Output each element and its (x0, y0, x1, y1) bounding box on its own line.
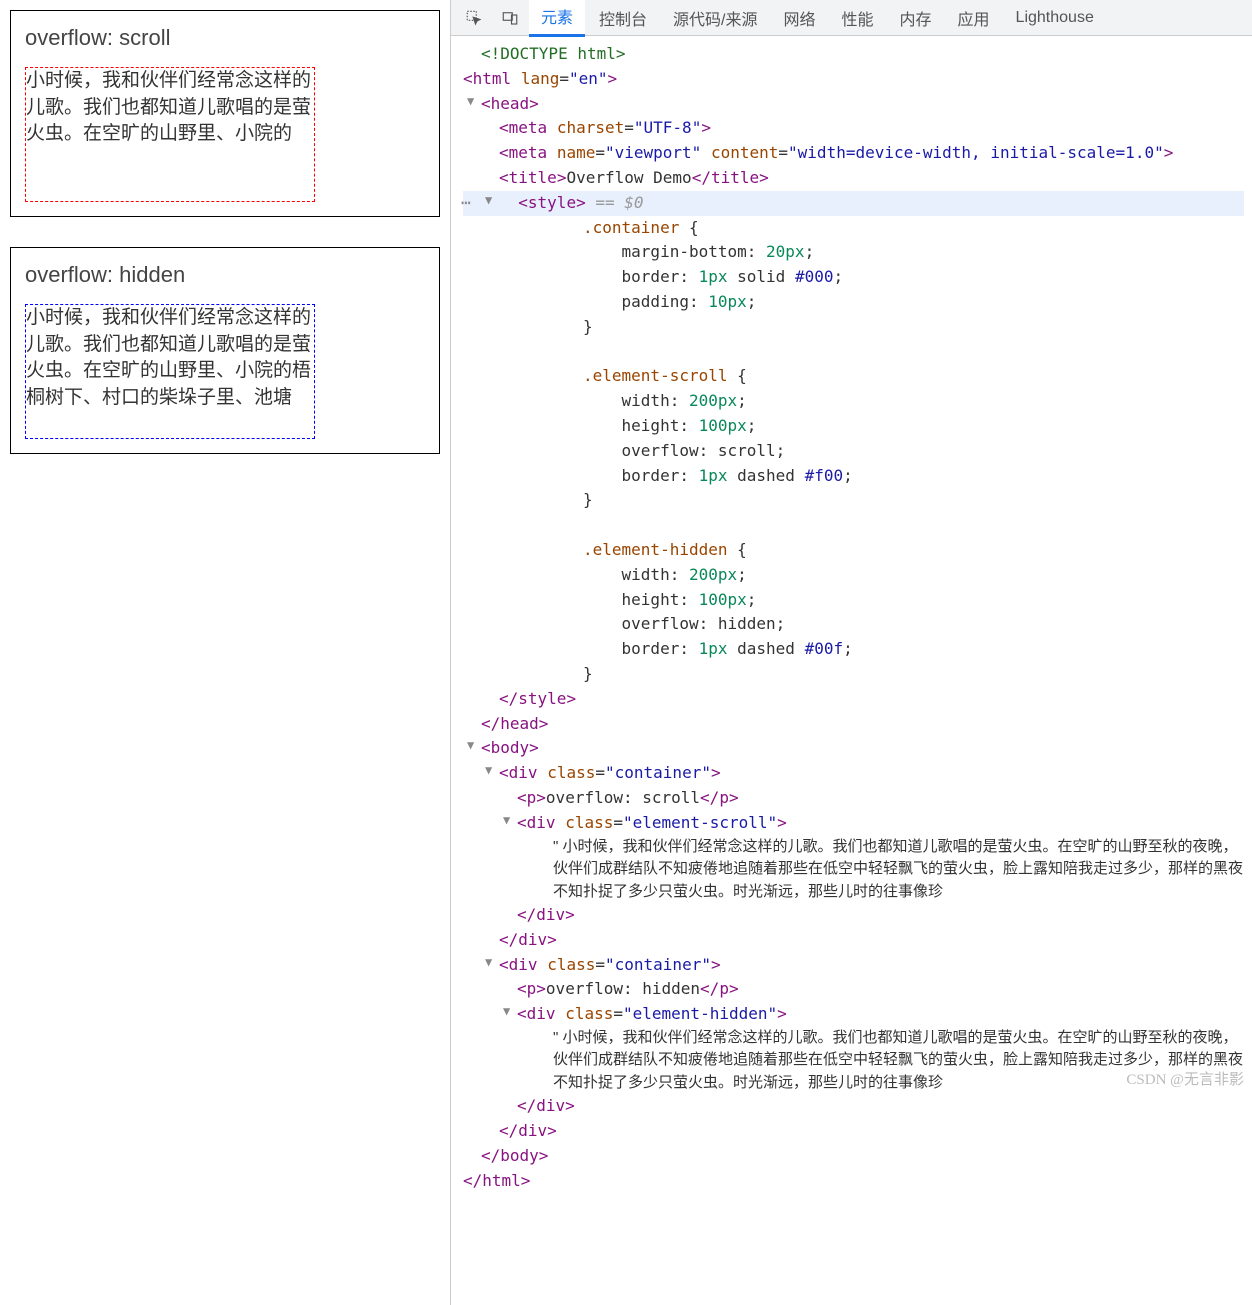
dom-meta-viewport[interactable]: <meta name="viewport" content="width=dev… (463, 141, 1244, 166)
expand-arrow-icon[interactable]: ▼ (467, 92, 474, 111)
tab-application[interactable]: 应用 (946, 0, 1002, 36)
dom-container2-open[interactable]: ▼<div class="container"> (463, 953, 1244, 978)
element-hidden-box: 小时候，我和伙伴们经常念这样的儿歌。我们也都知道儿歌唱的是萤火虫。在空旷的山野里… (25, 304, 315, 439)
dom-body-open[interactable]: ▼<body> (463, 736, 1244, 761)
container-hidden: overflow: hidden 小时候，我和伙伴们经常念这样的儿歌。我们也都知… (10, 247, 440, 454)
expand-arrow-icon[interactable]: ▼ (485, 761, 492, 780)
css-text[interactable]: .container { margin-bottom: 20px; border… (463, 216, 1244, 687)
dom-scrolldiv-close[interactable]: </div> (463, 903, 1244, 928)
tab-memory[interactable]: 内存 (888, 0, 944, 36)
dom-hiddendiv-open[interactable]: ▼<div class="element-hidden"> (463, 1002, 1244, 1027)
tab-performance[interactable]: 性能 (830, 0, 886, 36)
expand-arrow-icon[interactable]: ▼ (467, 736, 474, 755)
container-scroll: overflow: scroll 小时候，我和伙伴们经常念这样的儿歌。我们也都知… (10, 10, 440, 217)
tab-elements[interactable]: 元素 (529, 0, 585, 37)
element-scroll-box[interactable]: 小时候，我和伙伴们经常念这样的儿歌。我们也都知道儿歌唱的是萤火虫。在空旷的山野里… (25, 67, 315, 202)
devtools-panel: 元素 控制台 源代码/来源 网络 性能 内存 应用 Lighthouse <!D… (450, 0, 1252, 1305)
tab-console[interactable]: 控制台 (587, 0, 659, 36)
dom-container1-open[interactable]: ▼<div class="container"> (463, 761, 1244, 786)
dom-html-close[interactable]: </html> (463, 1169, 1244, 1194)
watermark: CSDN @无言非影 (1126, 1068, 1244, 1089)
dom-head-close[interactable]: </head> (463, 712, 1244, 737)
dom-hiddendiv-close[interactable]: </div> (463, 1094, 1244, 1119)
dom-doctype[interactable]: <!DOCTYPE html> (463, 42, 1244, 67)
dom-html-open[interactable]: <html lang="en"> (463, 67, 1244, 92)
dom-p1[interactable]: <p>overflow: scroll</p> (463, 786, 1244, 811)
dom-body-close[interactable]: </body> (463, 1144, 1244, 1169)
scroll-label: overflow: scroll (25, 25, 425, 51)
tab-sources[interactable]: 源代码/来源 (661, 0, 769, 36)
dom-meta-charset[interactable]: <meta charset="UTF-8"> (463, 116, 1244, 141)
dom-style-close[interactable]: </style> (463, 687, 1244, 712)
expand-arrow-icon[interactable]: ▼ (485, 191, 492, 210)
tab-lighthouse[interactable]: Lighthouse (1004, 3, 1106, 33)
expand-arrow-icon[interactable]: ▼ (503, 1002, 510, 1021)
inspect-icon[interactable] (457, 5, 491, 31)
ellipsis-icon[interactable]: ⋯ (461, 191, 471, 216)
device-toggle-icon[interactable] (493, 5, 527, 31)
dom-head-open[interactable]: ▼<head> (463, 92, 1244, 117)
rendered-preview: overflow: scroll 小时候，我和伙伴们经常念这样的儿歌。我们也都知… (0, 0, 450, 1305)
dom-p2[interactable]: <p>overflow: hidden</p> (463, 977, 1244, 1002)
dom-style-open[interactable]: ⋯ ▼<style> == $0 (463, 191, 1244, 216)
dom-title[interactable]: <title>Overflow Demo</title> (463, 166, 1244, 191)
dom-container2-close[interactable]: </div> (463, 1119, 1244, 1144)
dom-tree[interactable]: <!DOCTYPE html> <html lang="en"> ▼<head>… (451, 36, 1252, 1305)
expand-arrow-icon[interactable]: ▼ (503, 811, 510, 830)
tab-network[interactable]: 网络 (771, 0, 827, 36)
dom-scrolldiv-open[interactable]: ▼<div class="element-scroll"> (463, 811, 1244, 836)
devtools-tabs: 元素 控制台 源代码/来源 网络 性能 内存 应用 Lighthouse (451, 0, 1252, 36)
expand-arrow-icon[interactable]: ▼ (485, 953, 492, 972)
dom-container1-close[interactable]: </div> (463, 928, 1244, 953)
dom-text-node-1[interactable]: " 小时候，我和伙伴们经常念这样的儿歌。我们也都知道儿歌唱的是萤火虫。在空旷的山… (463, 836, 1244, 904)
hidden-label: overflow: hidden (25, 262, 425, 288)
